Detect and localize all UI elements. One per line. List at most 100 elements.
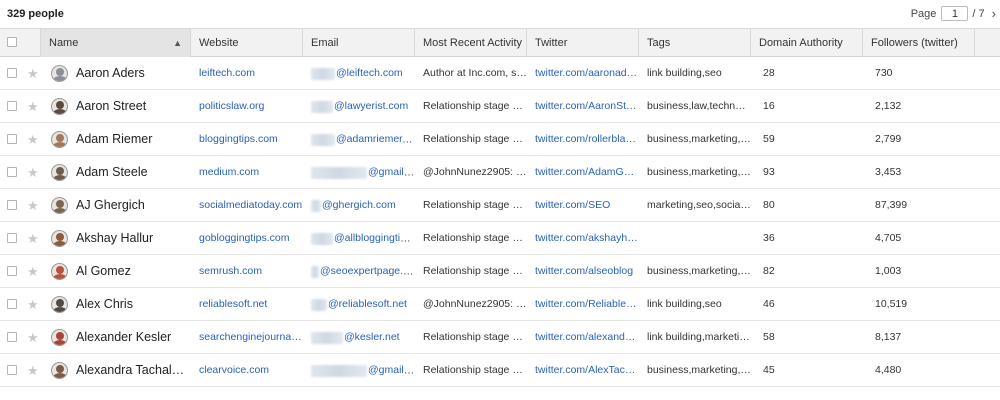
email-cell[interactable]: @gmail.c...	[303, 156, 415, 189]
table-row[interactable]: ★ Adam Riemer bloggingtips.com @adamriemer.…	[0, 123, 1000, 156]
redacted-email-user	[311, 232, 333, 245]
table-row[interactable]: ★ Akshay Hallur gobloggingtips.com @allblog…	[0, 222, 1000, 255]
avatar	[51, 98, 68, 115]
website-link[interactable]: bloggingtips.com	[191, 123, 303, 156]
person-name[interactable]: Adam Steele	[76, 156, 191, 189]
website-link[interactable]: clearvoice.com	[191, 354, 303, 387]
person-name[interactable]: Adam Riemer	[76, 123, 191, 156]
star-icon[interactable]: ★	[27, 364, 39, 377]
star-icon[interactable]: ★	[27, 100, 39, 113]
table-row[interactable]: ★ Al Gomez semrush.com @seoexpertpage.com Re…	[0, 255, 1000, 288]
domain-authority: 28	[763, 67, 775, 79]
person-name[interactable]: Akshay Hallur	[76, 222, 191, 255]
star-icon[interactable]: ★	[27, 166, 39, 179]
email-cell[interactable]: @lawyerist.com	[303, 90, 415, 123]
website-link[interactable]: socialmediatoday.com	[191, 189, 303, 222]
row-checkbox[interactable]	[7, 200, 17, 210]
email-cell[interactable]: @reliablesoft.net	[303, 288, 415, 321]
table-row[interactable]: ★ AJ Ghergich socialmediatoday.com @ghergic…	[0, 189, 1000, 222]
domain-authority: 93	[763, 166, 775, 178]
person-name[interactable]: Aaron Street	[76, 90, 191, 123]
recent-activity: @JohnNunez2905: @R...	[423, 298, 527, 310]
column-header-activity[interactable]: Most Recent Activity	[415, 29, 527, 57]
star-icon[interactable]: ★	[27, 331, 39, 344]
email-cell[interactable]: @kesler.net	[303, 321, 415, 354]
email-cell[interactable]: @seoexpertpage.com	[303, 255, 415, 288]
star-icon[interactable]: ★	[27, 265, 39, 278]
star-icon[interactable]: ★	[27, 133, 39, 146]
person-name[interactable]: Al Gomez	[76, 255, 191, 288]
row-checkbox[interactable]	[7, 233, 17, 243]
tags-cell: link building,seo	[647, 67, 722, 79]
website-link[interactable]: gobloggingtips.com	[191, 222, 303, 255]
table-row[interactable]: ★ Alexandra Tachalova clearvoice.com @gmail…	[0, 354, 1000, 387]
avatar-head	[56, 233, 64, 241]
row-checkbox[interactable]	[7, 365, 17, 375]
twitter-link[interactable]: twitter.com/AaronStreet	[527, 90, 639, 123]
email-domain: @allbloggingtips...	[334, 232, 415, 244]
website-link[interactable]: medium.com	[191, 156, 303, 189]
row-checkbox[interactable]	[7, 266, 17, 276]
avatar-body	[53, 373, 67, 378]
email-cell[interactable]: @adamriemer.me	[303, 123, 415, 156]
star-icon[interactable]: ★	[27, 67, 39, 80]
table-row[interactable]: ★ Alex Chris reliablesoft.net @reliablesoft…	[0, 288, 1000, 321]
person-name[interactable]: Alexandra Tachalova	[76, 354, 191, 387]
website-link[interactable]: searchenginejournal.stl...	[191, 321, 303, 354]
column-header-email[interactable]: Email	[303, 29, 415, 57]
column-header-followers[interactable]: Followers (twitter)	[863, 29, 975, 57]
column-header-website[interactable]: Website	[191, 29, 303, 57]
email-cell[interactable]: @ghergich.com	[303, 189, 415, 222]
person-name[interactable]: Aaron Aders	[76, 57, 191, 90]
page-total: / 7	[972, 7, 985, 20]
website-link[interactable]: leiftech.com	[191, 57, 303, 90]
website-link[interactable]: semrush.com	[191, 255, 303, 288]
avatar	[51, 131, 68, 148]
website-link[interactable]: reliablesoft.net	[191, 288, 303, 321]
column-header-domain-authority[interactable]: Domain Authority	[751, 29, 863, 57]
twitter-link[interactable]: twitter.com/SEO	[527, 189, 639, 222]
email-cell[interactable]: @gmail.c...	[303, 354, 415, 387]
avatar-body	[53, 307, 67, 312]
person-name[interactable]: Alexander Kesler	[76, 321, 191, 354]
select-all-checkbox[interactable]	[7, 37, 17, 47]
twitter-link[interactable]: twitter.com/rollerblader	[527, 123, 639, 156]
row-checkbox[interactable]	[7, 68, 17, 78]
twitter-link[interactable]: twitter.com/Reliablesoft...	[527, 288, 639, 321]
row-checkbox[interactable]	[7, 332, 17, 342]
column-header-twitter[interactable]: Twitter	[527, 29, 639, 57]
row-checkbox[interactable]	[7, 167, 17, 177]
column-header-name[interactable]: Name ▲	[41, 29, 191, 57]
avatar-head	[56, 299, 64, 307]
row-checkbox[interactable]	[7, 134, 17, 144]
chevron-right-icon[interactable]: ›	[992, 6, 996, 21]
followers-count: 730	[875, 67, 893, 79]
column-header-tags[interactable]: Tags	[639, 29, 751, 57]
star-icon[interactable]: ★	[27, 232, 39, 245]
twitter-link[interactable]: twitter.com/AdamGSte...	[527, 156, 639, 189]
table-row[interactable]: ★ Aaron Street politicslaw.org @lawyerist.c…	[0, 90, 1000, 123]
domain-authority: 82	[763, 265, 775, 277]
email-domain: @ghergich.com	[322, 199, 396, 211]
person-name[interactable]: AJ Ghergich	[76, 189, 191, 222]
table-row[interactable]: ★ Aaron Aders leiftech.com @leiftech.com Aut…	[0, 57, 1000, 90]
avatar	[51, 362, 68, 379]
star-icon[interactable]: ★	[27, 298, 39, 311]
email-cell[interactable]: @allbloggingtips...	[303, 222, 415, 255]
followers-count: 4,480	[875, 364, 902, 376]
page-number-input[interactable]	[941, 6, 969, 21]
twitter-link[interactable]: twitter.com/aaronaders	[527, 57, 639, 90]
person-name[interactable]: Alex Chris	[76, 288, 191, 321]
row-checkbox[interactable]	[7, 101, 17, 111]
table-row[interactable]: ★ Alexander Keslersearchenginejournal.stl…	[0, 321, 1000, 354]
twitter-link[interactable]: twitter.com/alseoblog	[527, 255, 639, 288]
twitter-link[interactable]: twitter.com/AlexTachal...	[527, 354, 639, 387]
email-cell[interactable]: @leiftech.com	[303, 57, 415, 90]
row-checkbox[interactable]	[7, 299, 17, 309]
twitter-link[interactable]: twitter.com/akshayhallur	[527, 222, 639, 255]
star-icon[interactable]: ★	[27, 199, 39, 212]
followers-count: 4,705	[875, 232, 902, 244]
table-row[interactable]: ★ Adam Steelemedium.com @gmail.c... @JohnNu…	[0, 156, 1000, 189]
website-link[interactable]: politicslaw.org	[191, 90, 303, 123]
twitter-link[interactable]: twitter.com/alexanderk...	[527, 321, 639, 354]
